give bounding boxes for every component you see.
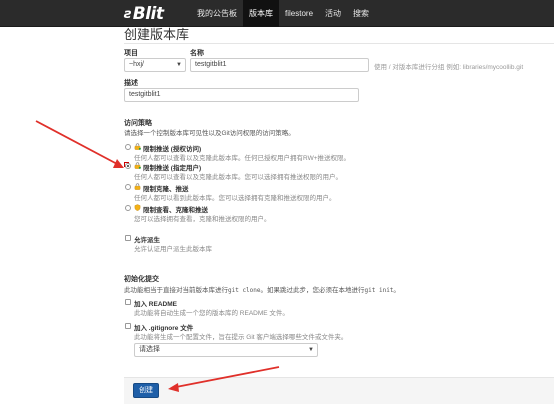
add-gitignore-sub: 此功能将生成一个配置文件，旨在提示 Git 客户端选择哪些文件或文件夹。 [134,334,348,341]
nav-dashboard[interactable]: 我的公告板 [191,0,243,27]
chevron-down-icon: ▼ [176,62,182,68]
create-button[interactable]: 创建 [133,383,159,398]
initial-commit-desc-1: 此功能相当于直接对当前版本库进行 [124,287,228,294]
project-select[interactable]: ~hxj/ ▼ [124,58,186,72]
allow-fork-sub: 允许认证用户派生此版本库 [134,246,212,253]
access-option-4-sub: 您可以选择拥有查看，克隆和推送权限的用户。 [134,216,271,223]
title-divider [124,43,554,44]
nav-search[interactable]: 搜索 [347,0,375,27]
nav-activity[interactable]: 活动 [319,0,347,27]
allow-fork-checkbox[interactable] [125,235,131,241]
add-gitignore-checkbox[interactable] [125,323,131,329]
description-label: 描述 [124,80,138,87]
gitignore-select[interactable]: 请选择 ▼ [134,343,318,357]
access-option-1-sub: 任何人都可以查看以及克隆此版本库。任何已授权用户拥有RW+推送权限。 [134,155,351,162]
create-repository-form: 创建版本库 项目 ~hxj/ ▼ 名称 testgitblit1 使用 / 对版… [124,27,554,404]
add-readme-sub: 此功能将自动生成一个您的版本库的 README 文件。 [134,310,289,317]
project-select-value: ~hxj/ [129,61,144,68]
top-navbar: ƨ Blit 我的公告板 版本库 filestore 活动 搜索 [0,0,554,27]
name-hint: 使用 / 对版本库进行分组 例如: libraries/mycoollib.gi… [374,64,524,71]
access-option-1-radio[interactable] [125,144,131,150]
page-title: 创建版本库 [124,27,190,42]
nav-filestore[interactable]: filestore [279,0,319,27]
annotation-arrow-1-head [113,159,124,168]
form-actions [124,377,554,404]
name-input[interactable]: testgitblit1 [190,58,369,72]
chevron-down-icon: ▼ [308,347,314,353]
access-option-4-radio[interactable] [125,205,131,211]
project-label: 项目 [124,50,138,57]
add-readme-checkbox[interactable] [125,299,131,305]
gitignore-select-value: 请选择 [139,346,160,353]
shield-icon [134,204,141,211]
initial-commit-desc-3: 。 [393,287,400,294]
description-input[interactable]: testgitblit1 [124,88,359,102]
annotation-arrow-1 [35,120,120,166]
nav-repositories[interactable]: 版本库 [243,0,279,27]
logo-text: Blit [132,4,164,24]
access-option-2-sub: 任何人都可以查看以及克隆此版本库。您可以选择拥有推送权限的用户。 [134,174,342,181]
lock-icon [134,143,141,150]
initial-commit-desc-2: 。如果跳过此步，您必须在本地进行 [260,287,365,294]
lock-icon [134,162,141,169]
initial-commit-desc: 此功能相当于直接对当前版本库进行git clone。如果跳过此步，您必须在本地进… [124,284,400,294]
main-nav: 我的公告板 版本库 filestore 活动 搜索 [191,0,375,27]
git-init-code: git init [364,287,394,294]
name-label: 名称 [190,50,204,57]
gitblit-logo[interactable]: ƨ Blit [124,4,164,24]
access-policy-desc: 请选择一个控制版本库可见性以及Git访问权限的访问策略。 [124,130,295,137]
logo-mark: ƨ [124,6,132,22]
access-option-3-radio[interactable] [125,184,131,190]
lock-icon [134,183,141,190]
access-option-3-sub: 任何人都可以看到此版本库。您可以选择拥有克隆和推送权限的用户。 [134,195,336,202]
initial-commit-title: 初始化提交 [124,276,159,283]
access-option-2-radio[interactable] [125,163,131,169]
git-clone-code: git clone [228,287,261,294]
